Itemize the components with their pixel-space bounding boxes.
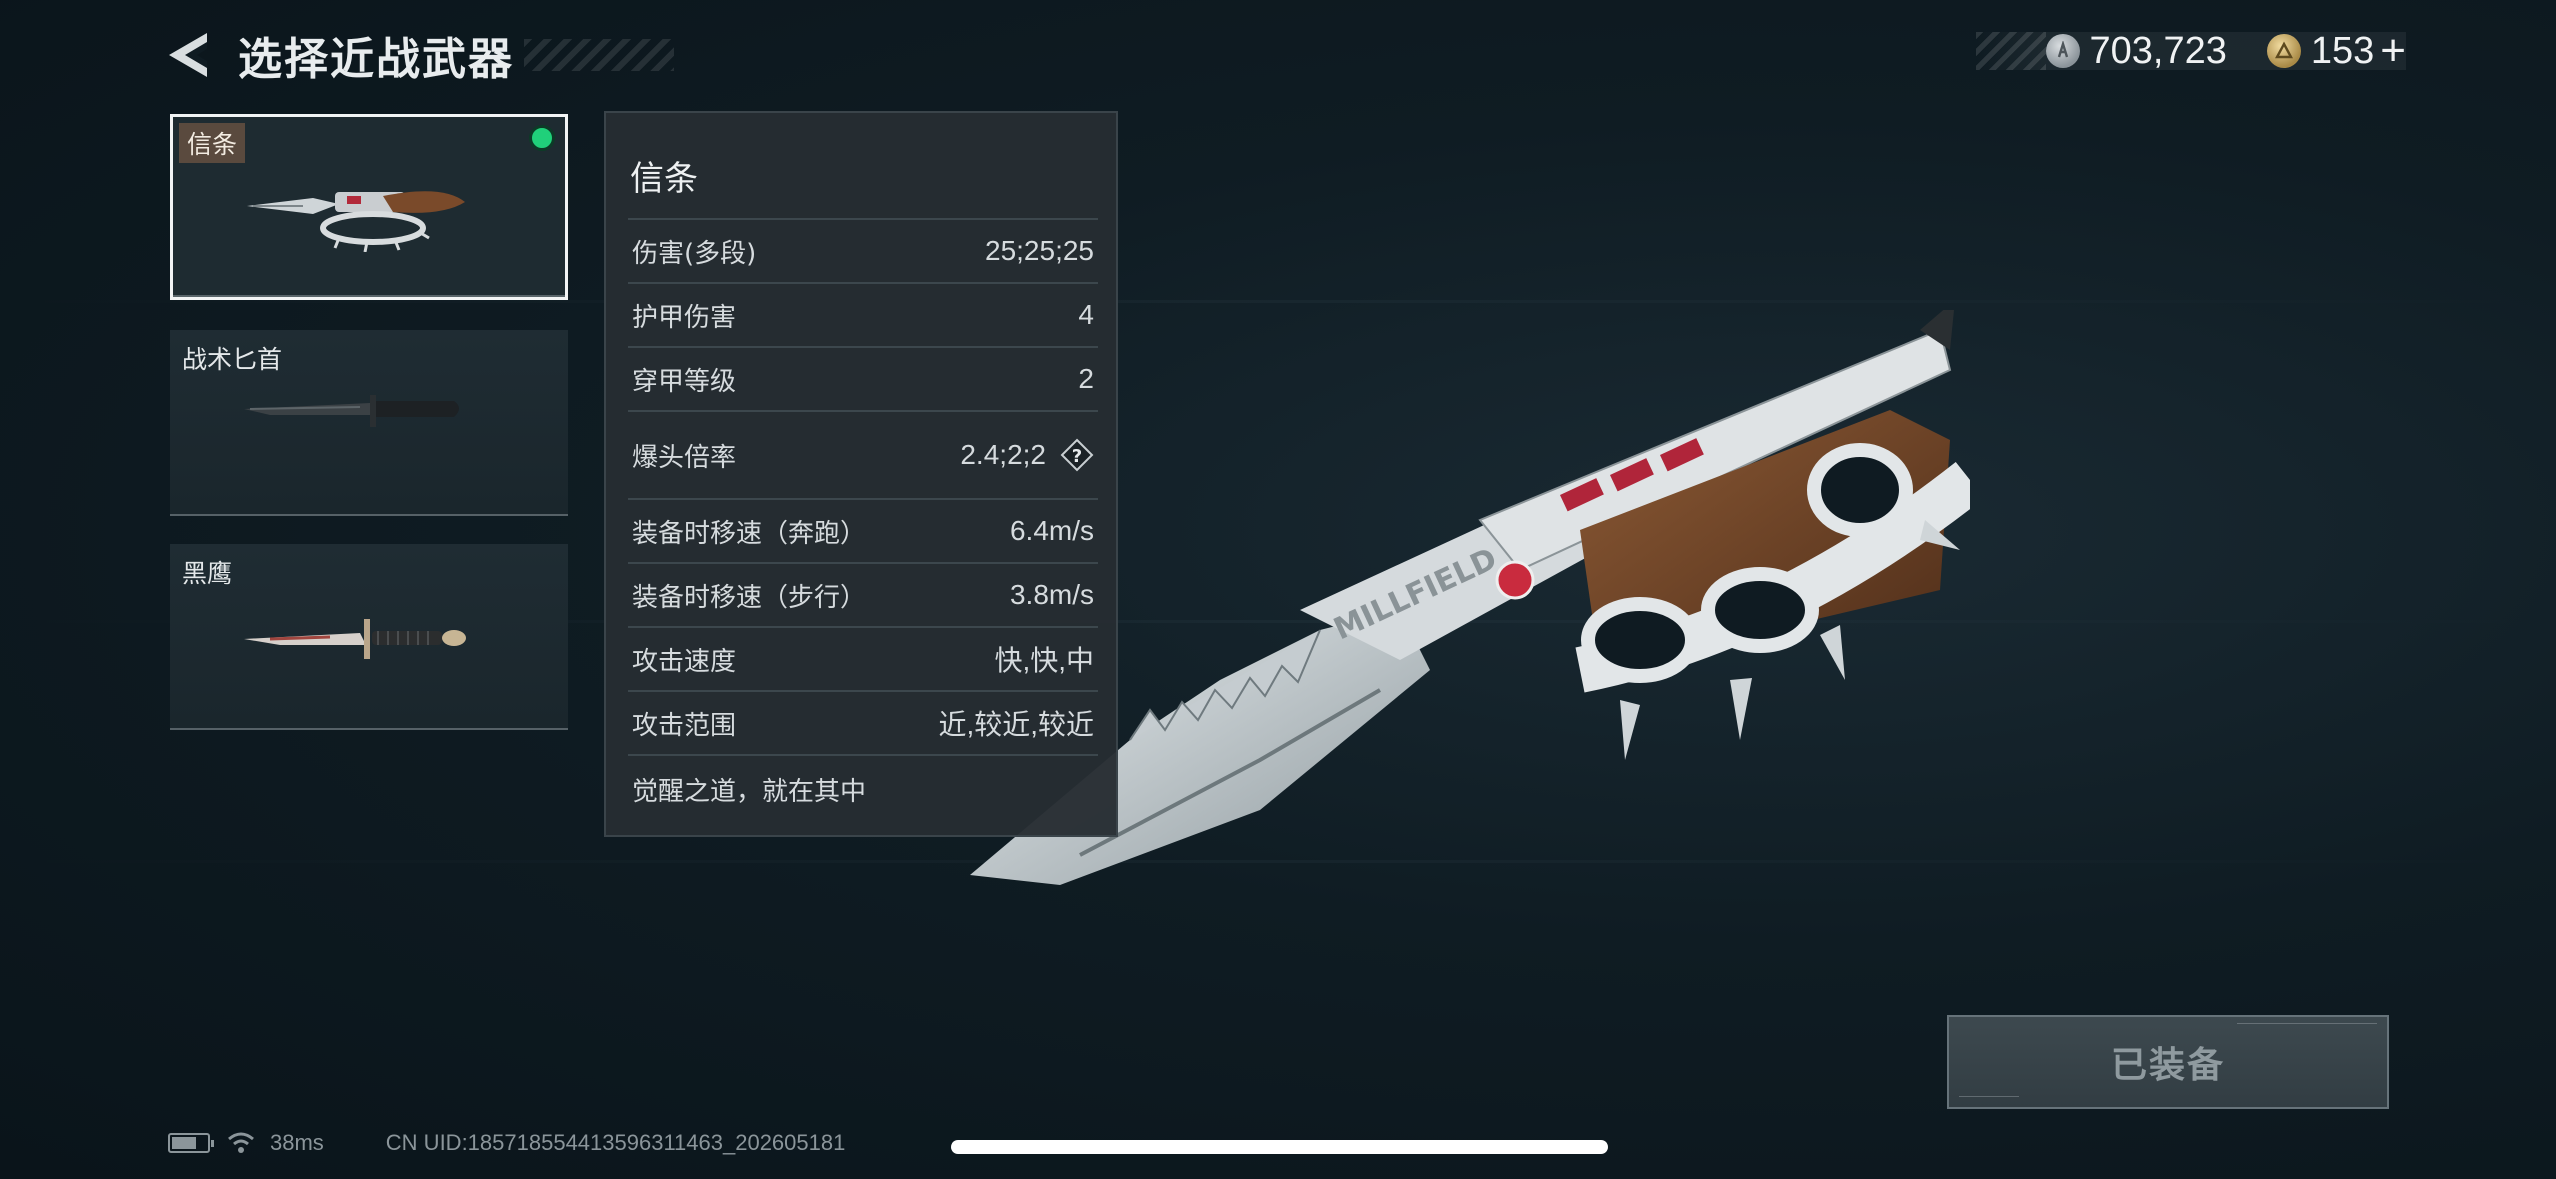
weapon-name: 战术匕首 [182, 345, 283, 374]
stat-label: 护甲伤害 [632, 302, 737, 333]
equip-button[interactable]: 已装备 [1947, 1015, 2389, 1109]
weapon-card-xintiao[interactable]: 信条 [170, 114, 568, 300]
weapon-name: 黑鹰 [182, 559, 233, 588]
button-decoration [1959, 1096, 2019, 1097]
back-button[interactable] [166, 30, 210, 80]
add-currency-button[interactable]: + [2380, 29, 2406, 73]
stat-label: 装备时移速（奔跑） [632, 518, 867, 549]
stat-value: 3.8m/s [1009, 579, 1094, 610]
card-underline [173, 295, 565, 297]
knuckle-knife-thumbnail [247, 191, 465, 252]
status-bar: 38ms CN UID:18571855441359631146​3_20260… [168, 1128, 845, 1158]
network-ping: 38ms [270, 1130, 324, 1155]
weapon-stats-panel: 信条 伤害(多段) 25;25;25 护甲伤害 4 穿甲等级 2 爆头倍率 2.… [604, 111, 1118, 837]
stat-value: 近,较近,较近 [938, 709, 1094, 740]
background-wave [0, 300, 2556, 303]
stat-label: 攻击速度 [632, 646, 737, 677]
page-title: 选择近战武器 [238, 34, 514, 85]
stat-row-attack-speed: 攻击速度 快,快,中 [628, 626, 1098, 690]
weapon-description: 觉醒之道，就在其中 [632, 776, 867, 807]
currency-decoration [1975, 32, 2046, 70]
weapon-card-black-eagle[interactable]: 黑鹰 [170, 544, 568, 730]
stat-row-armor-damage: 护甲伤害 4 [628, 282, 1098, 346]
stat-label: 伤害(多段) [632, 238, 757, 269]
weapon-description-row: 觉醒之道，就在其中 [628, 754, 1098, 822]
weapon-name: 信条 [179, 123, 246, 163]
stat-row-damage: 伤害(多段) 25;25;25 [628, 218, 1098, 282]
player-uid: CN UID:18571855441359631146​3_202605181 [385, 1130, 846, 1155]
button-decoration [2237, 1023, 2377, 1040]
stat-value: 4 [1078, 299, 1094, 330]
title-decoration [524, 39, 674, 71]
header: 选择近战武器 [166, 22, 674, 88]
stat-value: 快,快,中 [994, 645, 1094, 676]
black-eagle-knife-thumbnail [244, 619, 466, 659]
wifi-icon [228, 1132, 254, 1153]
equip-button-label: 已装备 [2110, 1045, 2225, 1086]
stat-value-with-help: 2.4;2;2 ? [960, 438, 1098, 472]
stat-value: 6.4m/s [1009, 515, 1094, 546]
gold-coin-icon [2266, 34, 2301, 68]
stats-weapon-name: 信条 [630, 159, 698, 199]
silver-coin-icon [2045, 34, 2080, 68]
equipped-indicator-icon [529, 125, 555, 151]
card-underline [170, 728, 568, 730]
silver-amount: 703,723 [2089, 29, 2227, 72]
stat-row-penetration: 穿甲等级 2 [628, 346, 1098, 410]
battery-icon [168, 1133, 214, 1153]
stat-value: 2.4;2;2 [960, 439, 1046, 470]
currency-bar: 703,723 153 + [1975, 29, 2406, 73]
stat-label: 装备时移速（步行） [632, 582, 867, 613]
stat-row-attack-range: 攻击范围 近,较近,较近 [628, 690, 1098, 754]
weapon-card-tactical-dagger[interactable]: 战术匕首 [170, 330, 568, 516]
stat-row-walk-speed: 装备时移速（步行） 3.8m/s [628, 562, 1098, 626]
gold-amount: 153 [2310, 29, 2375, 72]
game-screen: 选择近战武器 703,723 153 + 信条 战术匕首 黑鹰 MILLFIEL… [0, 0, 2556, 1179]
question-mark-icon[interactable]: ? [1060, 438, 1094, 472]
stat-label: 爆头倍率 [632, 442, 737, 473]
stat-label: 攻击范围 [632, 710, 737, 741]
stat-value: 2 [1078, 363, 1094, 394]
stat-label: 穿甲等级 [632, 366, 737, 397]
tactical-dagger-thumbnail [244, 395, 459, 427]
stat-row-run-speed: 装备时移速（奔跑） 6.4m/s [628, 498, 1098, 562]
back-arrow-icon [169, 33, 207, 77]
svg-text:?: ? [1072, 446, 1082, 467]
card-underline [170, 514, 568, 516]
stat-value: 25;25;25 [985, 235, 1094, 266]
home-indicator[interactable] [951, 1140, 1608, 1154]
stat-row-headshot: 爆头倍率 2.4;2;2 ? [628, 410, 1098, 498]
